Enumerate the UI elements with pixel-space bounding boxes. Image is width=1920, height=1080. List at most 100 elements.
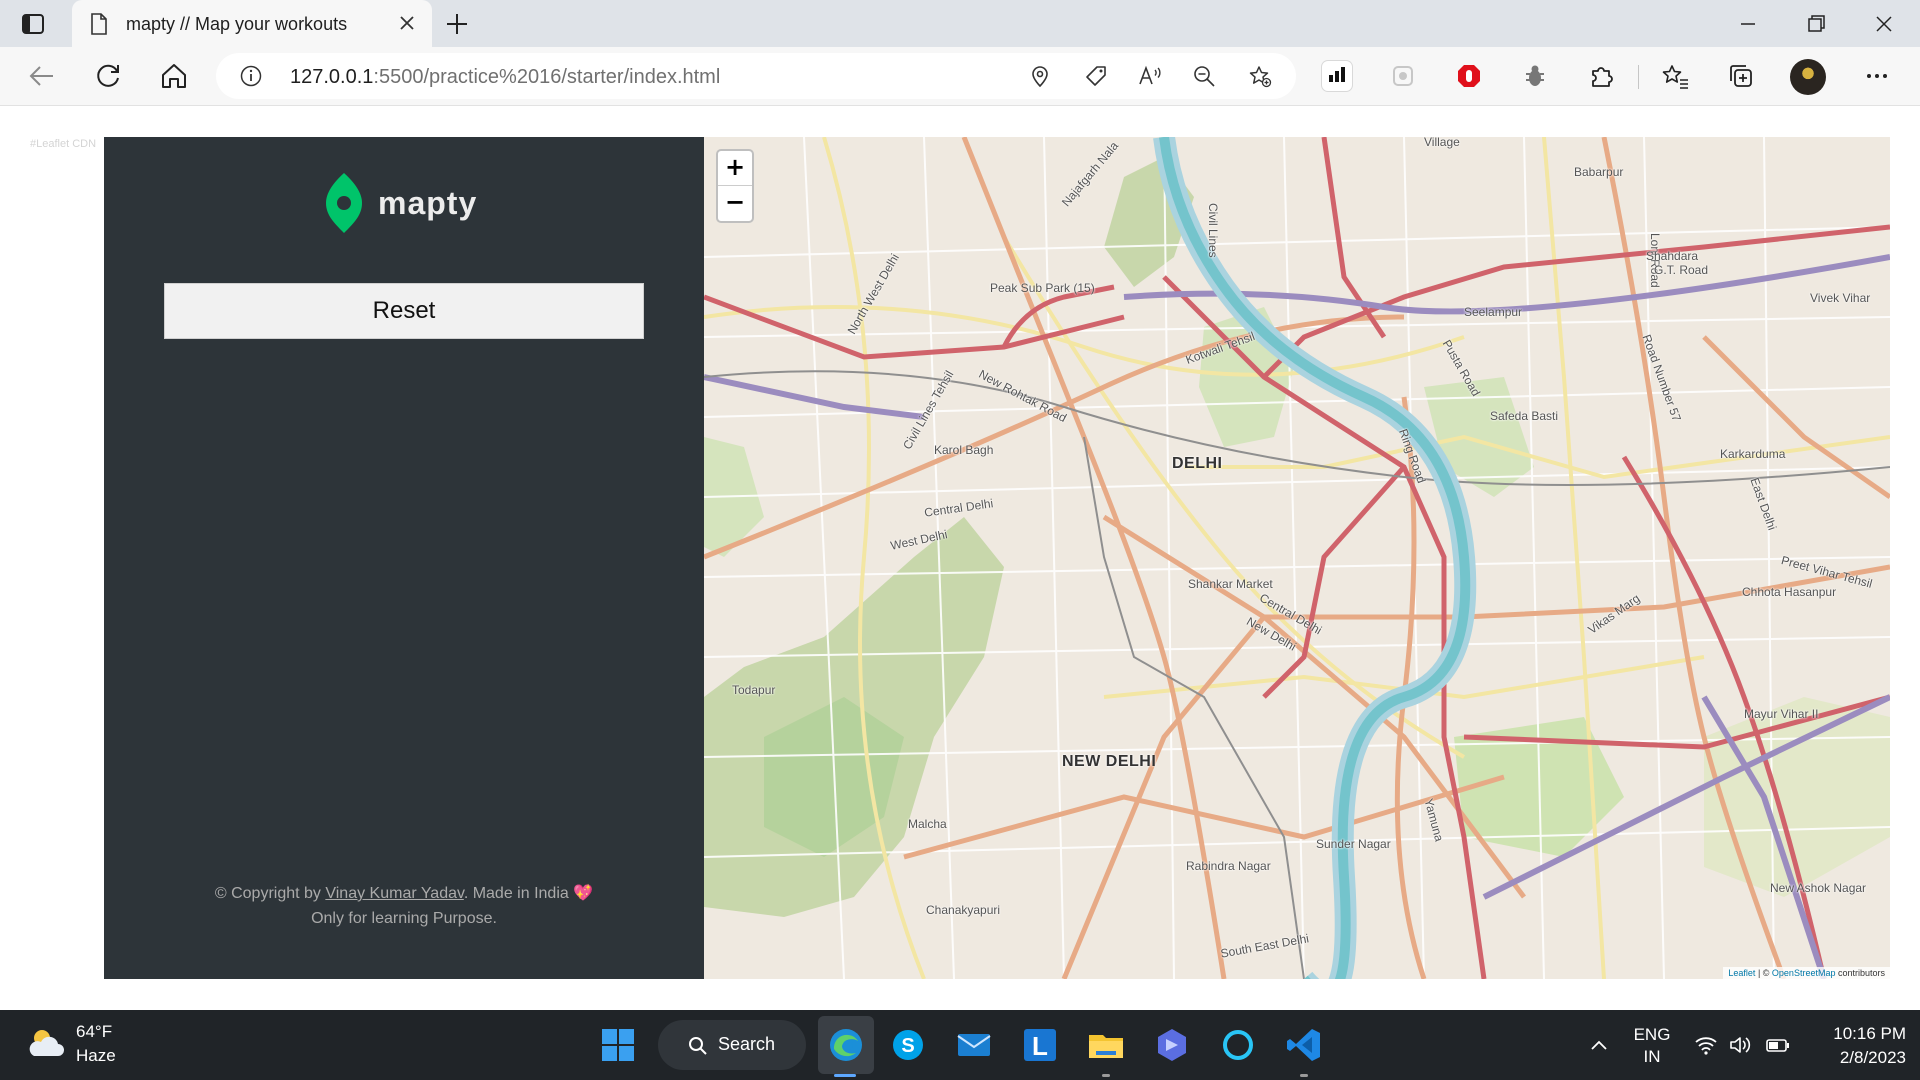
mail-icon[interactable]: [954, 1025, 994, 1065]
map-label-seelampur: Seelampur: [1464, 305, 1523, 319]
logo: mapty: [324, 171, 484, 237]
openstreetmap-link[interactable]: OpenStreetMap: [1772, 968, 1836, 978]
extension-grid-icon[interactable]: [1388, 61, 1418, 91]
edge-browser-icon[interactable]: [826, 1025, 866, 1065]
close-tab-icon[interactable]: [398, 14, 416, 32]
logo-text: mapty: [378, 185, 478, 221]
tab-mapty[interactable]: mapty // Map your workouts: [72, 0, 432, 47]
map-label-safeda-basti: Safeda Basti: [1490, 409, 1559, 423]
map-attribution: Leaflet | © OpenStreetMap contributors: [1723, 967, 1890, 979]
map-label-chhota-hasanpur: Chhota Hasanpur: [1742, 585, 1837, 599]
clock[interactable]: 10:16 PM 2/8/2023: [1806, 1022, 1906, 1070]
profile-avatar[interactable]: [1790, 59, 1826, 95]
window-close-icon[interactable]: [1872, 12, 1896, 36]
document-icon: [90, 13, 108, 35]
chevron-up-icon[interactable]: [1588, 1034, 1610, 1056]
attribution-suffix: contributors: [1835, 968, 1885, 978]
leaflet-comment-text: #Leaflet CDN: [30, 138, 97, 150]
extension-adblock-icon[interactable]: [1454, 61, 1484, 91]
extension-chart-icon[interactable]: [1322, 61, 1352, 91]
tab-actions-icon[interactable]: [20, 11, 46, 37]
copyright-prefix: © Copyright by: [214, 885, 326, 902]
map-label-gt-road: G.T. Road: [1654, 263, 1709, 277]
wifi-icon[interactable]: [1694, 1034, 1718, 1056]
search-icon: [688, 1036, 708, 1056]
map-label-mayur-vihar-ii: Mayur Vihar II: [1744, 707, 1819, 721]
svg-text:S: S: [901, 1035, 914, 1057]
copyright: © Copyright by Vinay Kumar Yadav. Made i…: [104, 881, 704, 931]
map-label-new-ashok-nagar: New Ashok Nagar: [1770, 881, 1867, 895]
explorer-running-indicator: [1102, 1074, 1110, 1077]
heart-icon: 💖: [573, 885, 594, 902]
power-automate-icon[interactable]: [1152, 1025, 1192, 1065]
zoom-control: + −: [716, 149, 754, 223]
puzzle-icon[interactable]: [1586, 61, 1616, 91]
home-icon[interactable]: [159, 61, 189, 91]
file-explorer-icon[interactable]: [1086, 1025, 1126, 1065]
svg-text:L: L: [1032, 1031, 1048, 1061]
browser-toolbar: 127.0.0.1:5500/practice%2016/starter/ind…: [0, 47, 1920, 106]
collections-icon[interactable]: [1726, 61, 1756, 91]
taskbar: 64°F Haze Search S L ENG IN 10:16 PM 2/8…: [0, 1010, 1920, 1080]
volume-icon[interactable]: [1728, 1034, 1752, 1056]
location-icon[interactable]: [1028, 64, 1052, 88]
vscode-icon[interactable]: [1284, 1025, 1324, 1065]
map-label-chanakyapuri: Chanakyapuri: [926, 903, 1001, 917]
sidebar: mapty Reset © Copyright by Vinay Kumar Y…: [104, 137, 704, 979]
map-label-sunder-nagar: Sunder Nagar: [1316, 837, 1391, 851]
url-text[interactable]: 127.0.0.1:5500/practice%2016/starter/ind…: [290, 66, 720, 89]
copyright-suffix: . Made in India: [463, 885, 574, 902]
search-label: Search: [718, 1034, 776, 1054]
cortana-icon[interactable]: [1218, 1025, 1258, 1065]
restore-icon[interactable]: [1804, 12, 1828, 36]
l-app-icon[interactable]: L: [1020, 1025, 1060, 1065]
address-bar[interactable]: 127.0.0.1:5500/practice%2016/starter/ind…: [216, 53, 1296, 99]
reset-button[interactable]: Reset: [164, 283, 644, 339]
attribution-separator: | ©: [1755, 968, 1772, 978]
extension-bug-icon[interactable]: [1520, 61, 1550, 91]
map-label-shankar-market: Shankar Market: [1188, 577, 1273, 591]
info-icon[interactable]: [240, 65, 262, 87]
map-label-babarpur: Babarpur: [1574, 165, 1624, 179]
weather-condition[interactable]: Haze: [76, 1046, 116, 1066]
tab-title: mapty // Map your workouts: [126, 14, 348, 34]
map-label-peak-sub-park: Peak Sub Park (15): [990, 281, 1095, 295]
taskbar-search[interactable]: Search: [658, 1020, 806, 1070]
map-label-shahdara: Shahdara: [1646, 249, 1699, 263]
map-label-karkarduma: Karkarduma: [1720, 447, 1786, 461]
refresh-icon[interactable]: [93, 61, 123, 91]
language-region: IN: [1643, 1047, 1661, 1066]
vscode-running-indicator: [1300, 1074, 1308, 1077]
edge-running-indicator: [834, 1074, 856, 1077]
new-tab-plus-icon[interactable]: [444, 11, 470, 37]
add-favorite-icon[interactable]: [1248, 64, 1272, 88]
weather-cloud-moon-icon[interactable]: [26, 1026, 66, 1062]
clock-date: 2/8/2023: [1839, 1048, 1906, 1067]
map-label-rabindra-nagar: Rabindra Nagar: [1186, 859, 1271, 873]
language-indicator[interactable]: ENG IN: [1632, 1024, 1672, 1068]
map[interactable]: DELHI NEW DELHI Babarpur Loni Road Shahd…: [704, 137, 1890, 979]
map-label-todapur: Todapur: [732, 683, 776, 697]
battery-icon[interactable]: [1766, 1034, 1790, 1056]
zoom-out-icon[interactable]: [1192, 64, 1216, 88]
windows-start-icon[interactable]: [598, 1025, 638, 1065]
more-icon[interactable]: [1862, 61, 1892, 91]
leaflet-link[interactable]: Leaflet: [1728, 968, 1755, 978]
map-label-civil-lines: Civil Lines: [1206, 203, 1220, 258]
map-pin-logo-icon: [324, 171, 364, 235]
map-label-village: Village: [1424, 137, 1460, 149]
clock-time: 10:16 PM: [1833, 1024, 1906, 1043]
tag-icon[interactable]: [1084, 64, 1108, 88]
weather-temperature[interactable]: 64°F: [76, 1022, 112, 1042]
back-arrow-icon[interactable]: [27, 61, 57, 91]
zoom-out-button[interactable]: −: [718, 186, 752, 221]
toolbar-separator: [1638, 65, 1639, 89]
browser-tab-bar: mapty // Map your workouts: [0, 0, 1920, 47]
skype-icon[interactable]: S: [888, 1025, 928, 1065]
minimize-icon[interactable]: [1736, 12, 1760, 36]
language-code: ENG: [1633, 1025, 1671, 1044]
read-aloud-icon[interactable]: [1138, 64, 1162, 88]
zoom-in-button[interactable]: +: [718, 151, 752, 186]
favorites-icon[interactable]: [1660, 61, 1690, 91]
author-link[interactable]: Vinay Kumar Yadav: [325, 885, 463, 902]
